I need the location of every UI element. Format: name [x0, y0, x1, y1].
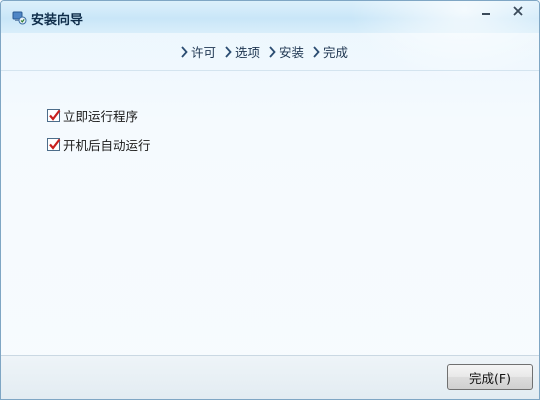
step-license: 许可 — [181, 42, 216, 61]
step-label: 许可 — [191, 45, 217, 60]
close-button[interactable] — [505, 2, 531, 22]
chevron-right-icon — [313, 45, 320, 58]
chevron-right-icon — [269, 45, 276, 58]
step-label: 完成 — [323, 45, 349, 60]
checkmark-icon — [49, 138, 61, 150]
autostart-checkbox[interactable] — [47, 138, 61, 151]
autostart-option[interactable]: 开机后自动运行 — [47, 135, 151, 154]
step-label: 安装 — [279, 45, 305, 60]
step-finish: 完成 — [313, 42, 348, 61]
close-icon — [512, 5, 524, 20]
chevron-right-icon — [181, 45, 188, 58]
step-options: 选项 — [225, 42, 260, 61]
step-label: 选项 — [235, 45, 261, 60]
step-install: 安装 — [269, 42, 304, 61]
installer-app-icon — [11, 9, 27, 25]
header-divider — [1, 70, 539, 71]
run-now-label: 立即运行程序 — [63, 109, 139, 124]
title-bar: 安装向导 — [1, 1, 539, 81]
wizard-steps: 许可 选项 安装 完成 — [181, 42, 357, 61]
window-title: 安装向导 — [31, 13, 84, 28]
chevron-right-icon — [225, 45, 232, 58]
finish-button[interactable]: 完成(F) — [447, 364, 533, 390]
autostart-label: 开机后自动运行 — [63, 138, 151, 153]
minimize-button[interactable] — [473, 2, 499, 22]
run-now-checkbox[interactable] — [47, 109, 61, 122]
minimize-icon — [480, 5, 492, 20]
checkmark-icon — [49, 109, 61, 121]
installer-window: 安装向导 许可 选项 安装 完成 立即运行程序 开机后自动运行 — [0, 0, 540, 400]
run-now-option[interactable]: 立即运行程序 — [47, 106, 138, 125]
